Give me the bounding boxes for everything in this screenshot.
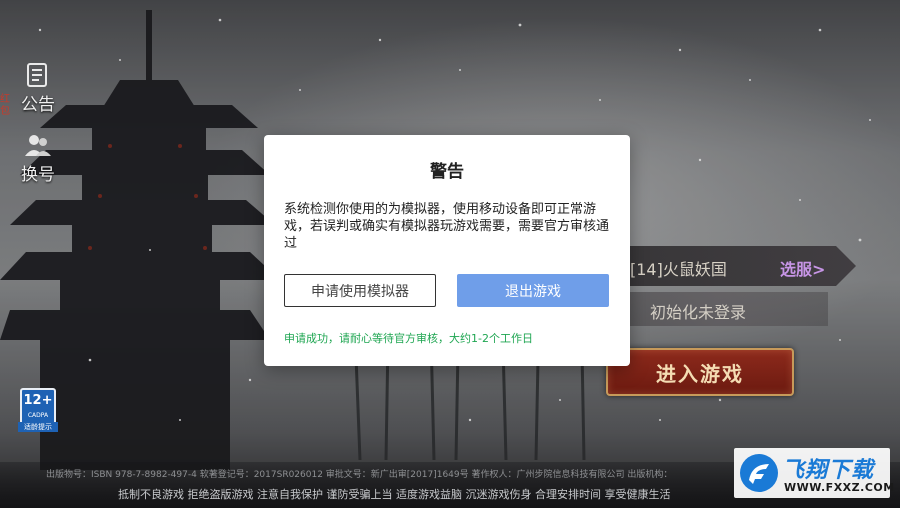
role-status: 初始化未登录 bbox=[650, 303, 747, 322]
age-rating-org: CADPA bbox=[27, 412, 49, 419]
exit-game-button[interactable]: 退出游戏 bbox=[457, 274, 609, 307]
watermark-url: WWW.FXXZ.COM bbox=[784, 481, 895, 494]
red-packet-tag[interactable]: 红包 bbox=[0, 94, 10, 118]
warning-dialog: 警告 系统检测你使用的为模拟器，使用移动设备即可正常游戏，若误判或确实有模拟器玩… bbox=[264, 135, 630, 366]
apply-emulator-button[interactable]: 申请使用模拟器 bbox=[284, 274, 436, 307]
dialog-title: 警告 bbox=[430, 162, 464, 182]
site-watermark: 飞翔下载 WWW.FXXZ.COM bbox=[734, 448, 894, 498]
dialog-message: 系统检测你使用的为模拟器，使用移动设备即可正常游戏，若误判或确实有模拟器玩游戏需… bbox=[284, 202, 610, 251]
server-name: [14]火鼠妖国 bbox=[630, 260, 727, 279]
select-server-button[interactable]: 选服> bbox=[780, 256, 825, 280]
switch-account-button[interactable]: 换号 bbox=[14, 132, 62, 185]
age-rating-caption: 适龄提示 bbox=[18, 422, 58, 432]
license-info: 出版物号：ISBN 978-7-8982-497-4 软著登记号：2017SR0… bbox=[46, 470, 673, 480]
application-status-message: 申请成功，请耐心等待官方审核，大约1-2个工作日 bbox=[284, 332, 533, 345]
notice-label: 公告 bbox=[21, 95, 55, 115]
watermark-logo-icon bbox=[740, 454, 778, 492]
notice-icon bbox=[27, 63, 47, 87]
watermark-title: 飞翔下载 bbox=[782, 458, 875, 483]
enter-game-button[interactable]: 进入游戏 bbox=[606, 348, 794, 396]
switch-account-icon bbox=[25, 135, 51, 156]
switch-account-label: 换号 bbox=[21, 165, 55, 185]
notice-button[interactable]: 公告 bbox=[14, 62, 62, 115]
health-notice: 抵制不良游戏 拒绝盗版游戏 注意自我保护 谨防受骗上当 适度游戏益脑 沉迷游戏伤… bbox=[118, 488, 671, 501]
age-rating-number: 12+ bbox=[23, 393, 53, 408]
